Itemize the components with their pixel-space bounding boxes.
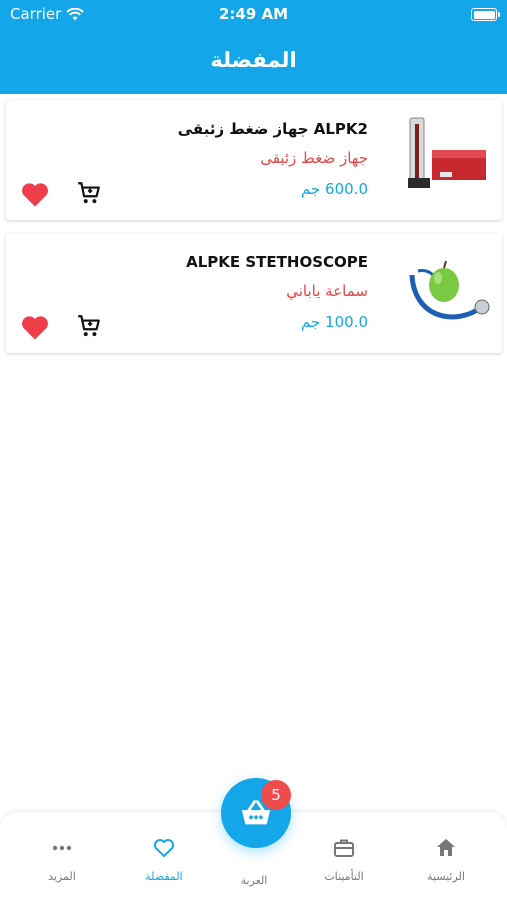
tab-favorites[interactable]: المفضلة [114, 812, 214, 900]
product-price: 600.0 جم [301, 180, 368, 198]
product-price: 100.0 جم [301, 313, 368, 331]
tab-label: العربة [240, 874, 268, 887]
tab-label: المفضلة [145, 870, 183, 883]
product-name: ALPK2 جهاز ضغط زئبقى [177, 120, 368, 138]
product-name: ALPKE STETHOSCOPE [186, 253, 368, 271]
page-title: المفضلة [210, 48, 297, 72]
tab-more[interactable]: المزيد [12, 812, 112, 900]
tab-home[interactable]: الرئيسية [396, 812, 496, 900]
app-header: Carrier 2:49 AM المفضلة [0, 0, 507, 94]
favorite-item-card[interactable]: ALPK2 جهاز ضغط زئبقى جهاز ضغط زئبقى 600.… [6, 100, 502, 220]
tab-label: المزيد [48, 870, 76, 883]
heart-icon[interactable] [20, 313, 50, 341]
product-subtitle: سماعة ياباني [286, 282, 368, 300]
product-image-stethoscope [409, 260, 490, 320]
product-subtitle: جهاز ضغط زئبقى [260, 149, 368, 167]
heart-outline-icon [153, 839, 175, 857]
tab-label: التأمينات [324, 870, 364, 883]
add-to-cart-icon[interactable] [76, 180, 102, 206]
tab-label: الرئيسية [427, 870, 465, 883]
favorite-item-card[interactable]: ALPKE STETHOSCOPE سماعة ياباني 100.0 جم [6, 233, 502, 353]
more-dots-icon [52, 845, 72, 851]
home-icon [437, 839, 455, 856]
briefcase-icon [334, 839, 354, 857]
heart-icon[interactable] [20, 180, 50, 208]
add-to-cart-icon[interactable] [76, 313, 102, 339]
status-bar: Carrier 2:49 AM [0, 0, 507, 28]
status-time: 2:49 AM [218, 5, 289, 23]
tab-insurance[interactable]: التأمينات [294, 812, 394, 900]
battery-icon [471, 8, 500, 21]
cart-count-badge: 5 [261, 780, 291, 810]
product-image-blood-pressure-monitor [408, 117, 486, 188]
